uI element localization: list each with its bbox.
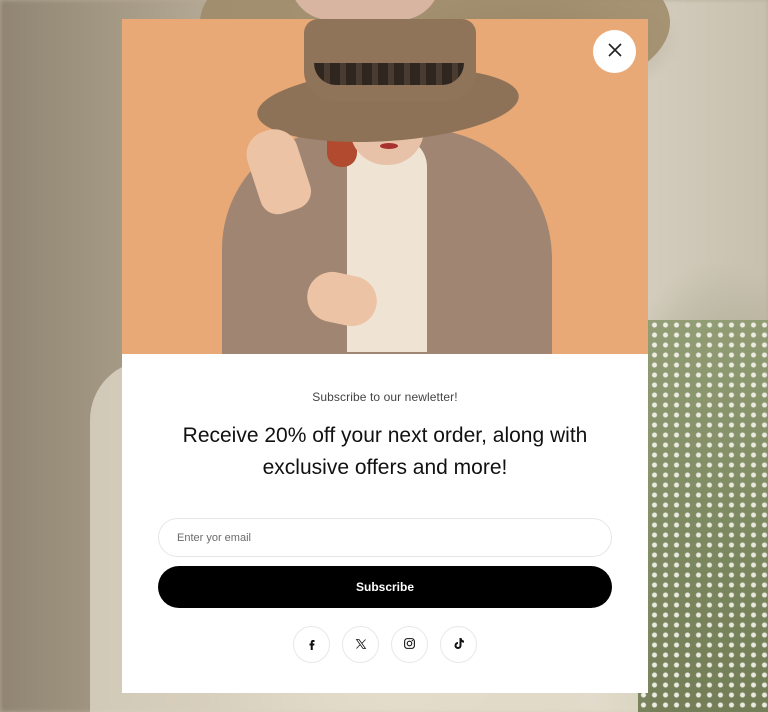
subscribe-button[interactable]: Subscribe [158, 566, 612, 608]
popup-hero-image [122, 19, 648, 354]
x-twitter-link[interactable] [342, 626, 379, 663]
tiktok-link[interactable] [440, 626, 477, 663]
instagram-link[interactable] [391, 626, 428, 663]
tiktok-icon [453, 635, 465, 654]
instagram-icon [403, 635, 416, 654]
close-icon [607, 43, 622, 60]
social-links [122, 626, 648, 663]
newsletter-popup: Subscribe to our newletter! Receive 20% … [122, 19, 648, 693]
facebook-link[interactable] [293, 626, 330, 663]
offer-headline: Receive 20% off your next order, along w… [182, 424, 588, 479]
email-input[interactable] [158, 518, 612, 557]
close-button[interactable] [593, 30, 636, 73]
facebook-icon [306, 635, 318, 654]
x-twitter-icon [355, 635, 367, 654]
backdrop-flowers [638, 320, 768, 712]
newsletter-eyebrow: Subscribe to our newletter! [312, 390, 458, 404]
popup-content: Subscribe to our newletter! Receive 20% … [122, 354, 648, 663]
